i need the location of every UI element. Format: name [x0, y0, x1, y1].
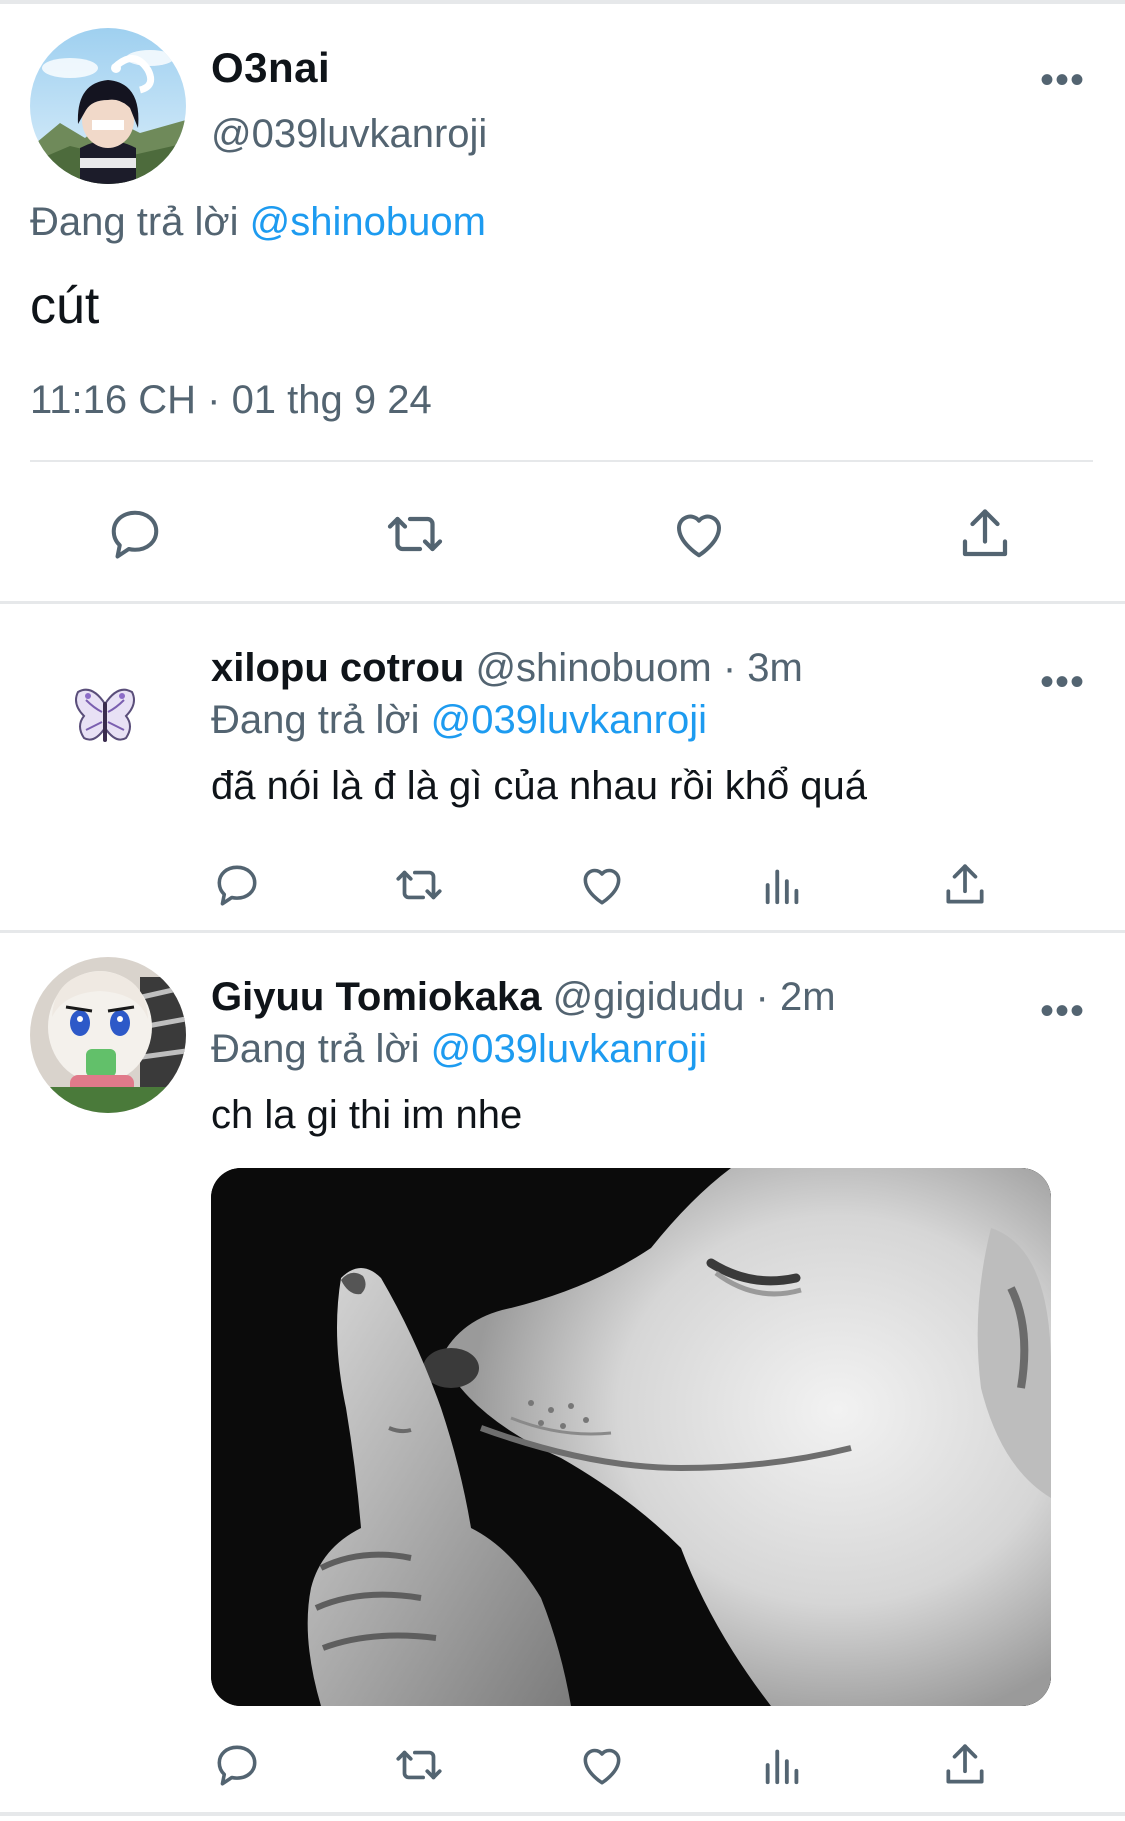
replying-to: Đang trả lời @shinobuom: [30, 200, 486, 245]
like-icon[interactable]: [576, 860, 628, 915]
tweet-text: ch la gi thi im nhe: [211, 1093, 523, 1137]
views-icon[interactable]: [760, 1742, 806, 1793]
replying-to: Đang trả lời @039luvkanroji: [211, 1027, 707, 1072]
avatar-image-icon: [30, 957, 186, 1113]
replying-prefix: Đang trả lời: [211, 1027, 420, 1071]
username-handle[interactable]: @039luvkanroji: [211, 112, 487, 157]
butterfly-avatar-icon[interactable]: [72, 682, 138, 763]
more-options-icon[interactable]: •••: [1040, 662, 1085, 702]
shh-dog-meme-image: [211, 1168, 1051, 1706]
replying-to: Đang trả lời @039luvkanroji: [211, 698, 707, 743]
replying-prefix: Đang trả lời: [211, 698, 420, 742]
tweet-actions: [0, 504, 1125, 574]
avatar-image-icon: [30, 28, 186, 184]
tweet-media-image[interactable]: [211, 1168, 1051, 1706]
reply-header: xilopu cotrou @shinobuom · 3m: [211, 646, 803, 691]
like-icon[interactable]: [576, 1740, 628, 1795]
reply-header: Giyuu Tomiokaka @gigidudu · 2m: [211, 975, 836, 1020]
reply-icon[interactable]: [105, 504, 165, 569]
tweet-actions: [0, 1740, 1125, 1800]
avatar[interactable]: [30, 28, 186, 184]
tweet-timestamp[interactable]: 11:16 CH · 01 thg 9 24: [30, 378, 432, 423]
mention-link[interactable]: @039luvkanroji: [431, 1027, 707, 1071]
tweet-actions: [0, 860, 1125, 920]
main-tweet: O3nai @039luvkanroji ••• Đang trả lời @s…: [0, 4, 1125, 604]
tweet-text: cút: [30, 277, 100, 335]
more-options-icon[interactable]: •••: [1040, 991, 1085, 1031]
retweet-icon[interactable]: [380, 504, 450, 569]
display-name[interactable]: Giyuu Tomiokaka: [211, 975, 541, 1019]
reply-icon[interactable]: [212, 860, 262, 915]
divider: [30, 460, 1093, 462]
retweet-icon[interactable]: [390, 1740, 448, 1795]
reply-icon[interactable]: [212, 1740, 262, 1795]
retweet-icon[interactable]: [390, 860, 448, 915]
avatar[interactable]: [30, 957, 186, 1113]
share-icon[interactable]: [940, 860, 990, 915]
share-icon[interactable]: [955, 504, 1015, 569]
bottom-border: [0, 1812, 1125, 1816]
views-icon[interactable]: [760, 862, 806, 913]
username-handle[interactable]: @shinobuom · 3m: [475, 646, 802, 690]
display-name[interactable]: xilopu cotrou: [211, 646, 464, 690]
username-handle[interactable]: @gigidudu · 2m: [553, 975, 836, 1019]
like-icon[interactable]: [668, 504, 730, 569]
replying-prefix: Đang trả lời: [30, 200, 239, 244]
reply-tweet: xilopu cotrou @shinobuom · 3m ••• Đang t…: [0, 604, 1125, 930]
mention-link[interactable]: @039luvkanroji: [431, 698, 707, 742]
tweet-text: đã nói là đ là gì của nhau rồi khổ quá: [211, 764, 868, 808]
mention-link[interactable]: @shinobuom: [250, 200, 486, 244]
display-name[interactable]: O3nai: [211, 44, 330, 92]
share-icon[interactable]: [940, 1740, 990, 1795]
more-options-icon[interactable]: •••: [1040, 60, 1085, 100]
